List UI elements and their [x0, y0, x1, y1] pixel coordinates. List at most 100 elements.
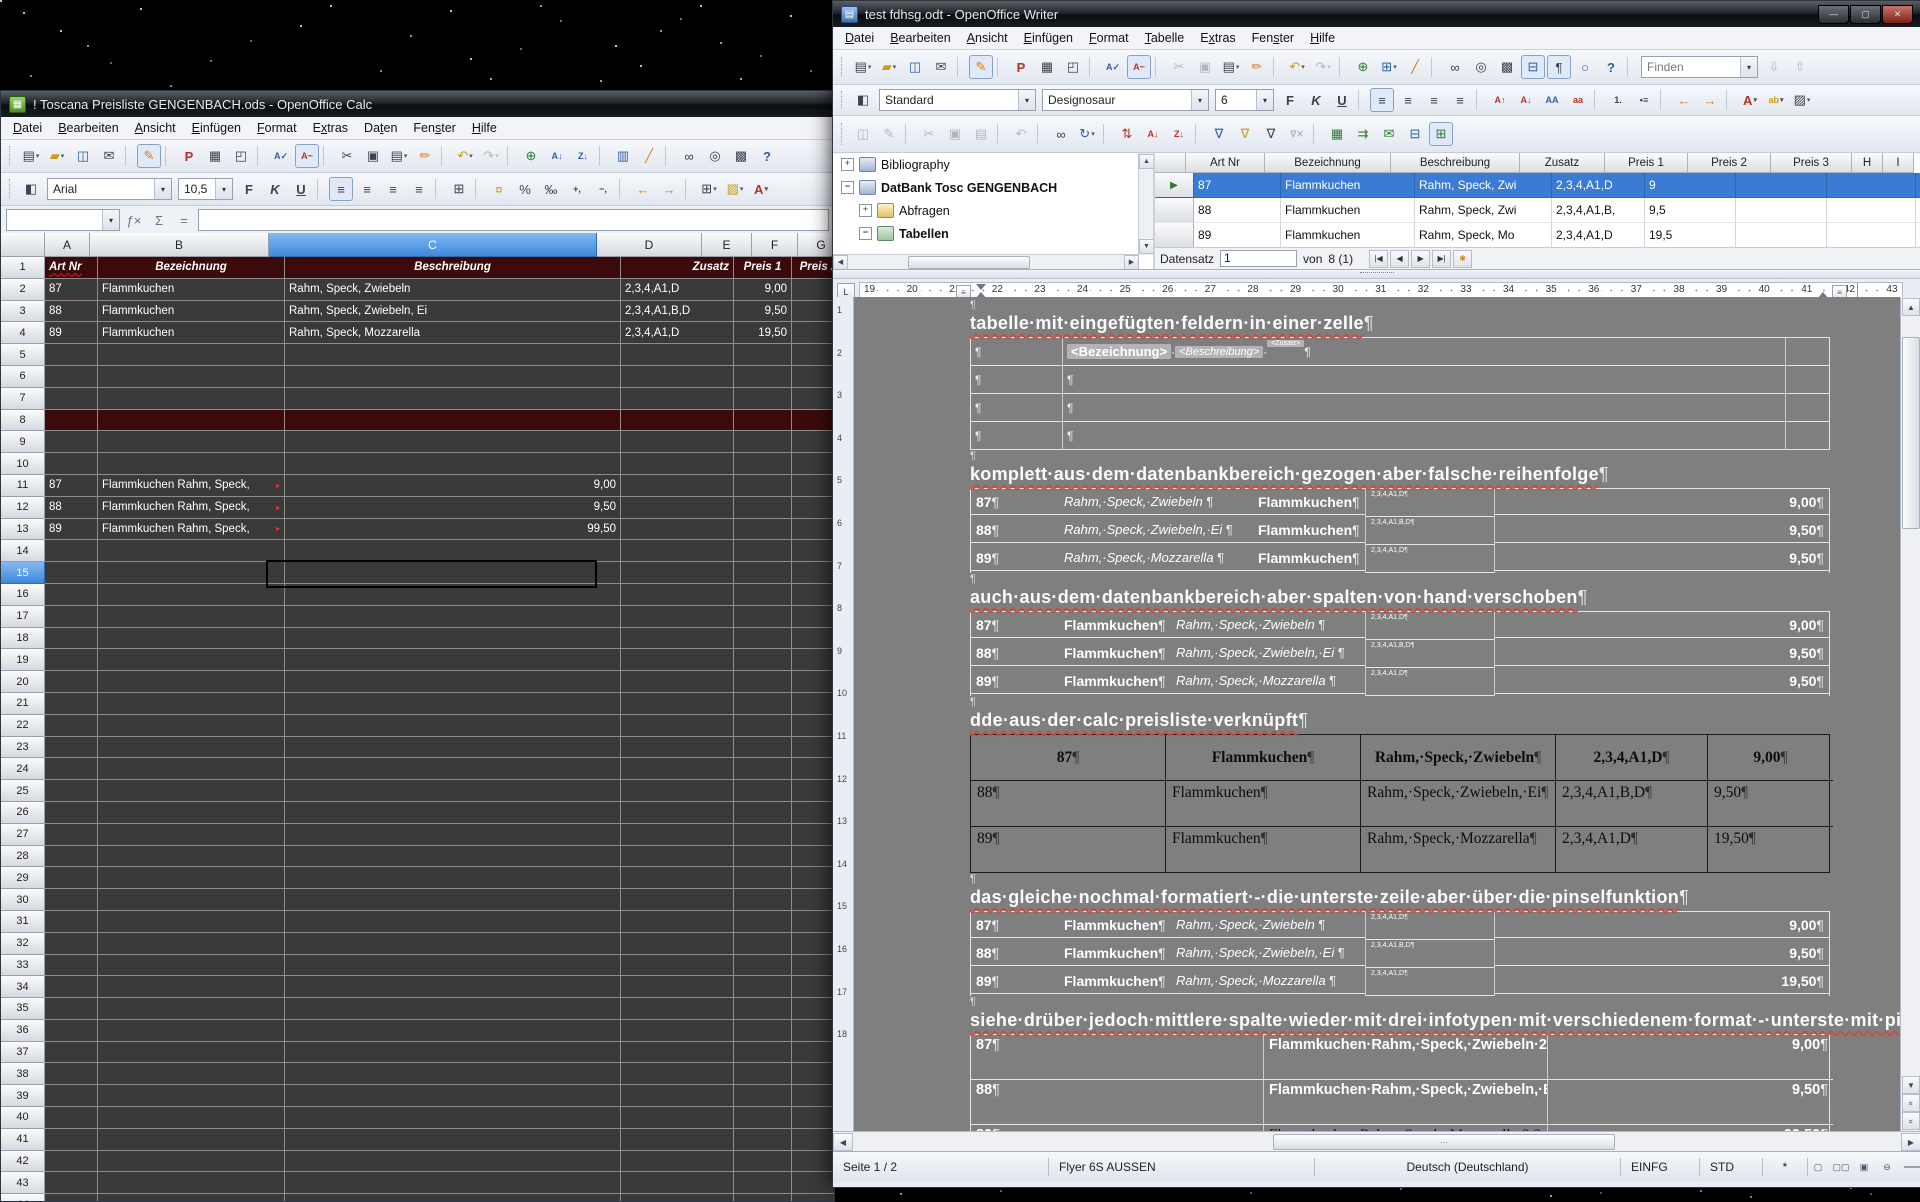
table-cell[interactable]: <Bezeichnung>·<Beschreibung>·<Zusatz>¶ [1063, 338, 1785, 366]
cell-A2[interactable]: 87 [45, 279, 98, 301]
row-header-22[interactable]: 22 [1, 715, 45, 737]
spellcheck-icon[interactable]: A✓ [269, 144, 293, 168]
table-cell[interactable]: 87¶ [971, 1035, 1263, 1080]
table-cell[interactable]: Rahm,·Speck,·Mozzarella ¶ [1171, 968, 1365, 994]
dde-linked-table[interactable]: 87¶Flammkuchen¶Rahm,·Speck,·Zwiebeln¶2,3… [970, 734, 1830, 873]
cell-E23[interactable] [734, 737, 792, 759]
menu-format[interactable]: Format [249, 119, 305, 137]
row-header-7[interactable]: 7 [1, 388, 45, 410]
grid-cell[interactable]: 2,3,4,A1,D [1552, 223, 1645, 248]
cell-F4[interactable] [792, 322, 834, 344]
table-cell[interactable]: 2,3,4,A1,D¶ [1365, 545, 1495, 573]
cell-E35[interactable] [734, 998, 792, 1020]
decrease-indent-icon[interactable]: ← [1672, 88, 1696, 112]
cell-A24[interactable] [45, 758, 98, 780]
background-color-icon[interactable]: ▨▾ [723, 177, 747, 201]
cell-F2[interactable] [792, 279, 834, 301]
show-draw-functions-icon[interactable]: ╱ [1403, 55, 1427, 79]
align-justified-icon[interactable]: ≡ [407, 177, 431, 201]
cell-A17[interactable] [45, 606, 98, 628]
add-decimal-icon[interactable]: +, [565, 177, 589, 201]
paste-icon[interactable]: ▤ [969, 122, 993, 146]
row-header-26[interactable]: 26 [1, 802, 45, 824]
cell-D38[interactable] [621, 1063, 734, 1085]
table-icon[interactable]: ⊞▾ [1377, 55, 1401, 79]
tree-item-abfragen[interactable]: +Abfragen [833, 199, 1153, 222]
email-icon[interactable]: ✉ [97, 144, 121, 168]
calc-spreadsheet-grid[interactable]: ABCDEFG1Art NrBezeichnungBeschreibungZus… [1, 233, 834, 1201]
row-selector[interactable]: ▶ [1155, 173, 1194, 198]
table-cell[interactable]: 9,50¶ [1495, 640, 1829, 666]
cell-D20[interactable] [621, 671, 734, 693]
row-header-19[interactable]: 19 [1, 649, 45, 671]
data-source-tree[interactable]: +Bibliography−DatBank Tosc GENGENBACH+Ab… [833, 153, 1155, 269]
table-cell[interactable]: ¶ [971, 394, 1063, 422]
table-cell[interactable]: Flammkuchen¶ [1059, 612, 1171, 638]
menu-einfügen[interactable]: Einfügen [1016, 29, 1081, 47]
cell-E17[interactable] [734, 606, 792, 628]
row-header-32[interactable]: 32 [1, 933, 45, 955]
grid-cell[interactable] [1736, 198, 1827, 223]
grid-cell[interactable] [1916, 223, 1920, 248]
cell-B18[interactable] [98, 628, 285, 650]
column-header-B[interactable]: B [90, 233, 269, 257]
cell-F32[interactable] [792, 933, 834, 955]
cell-E36[interactable] [734, 1020, 792, 1042]
grid-cell[interactable] [1827, 223, 1916, 248]
copy-icon[interactable]: ▣ [361, 144, 385, 168]
menu-format[interactable]: Format [1081, 29, 1137, 47]
cell-B40[interactable] [98, 1107, 285, 1129]
cell-C6[interactable] [285, 366, 621, 388]
table-cell[interactable] [1785, 422, 1829, 450]
grid-cell[interactable]: 88 [1194, 198, 1281, 223]
calc-window[interactable]: ▦ ! Toscana Preisliste GENGENBACH.ods - … [0, 90, 835, 1202]
multi-page-view-icon[interactable]: ▢▢ [1831, 1158, 1851, 1176]
align-right-icon[interactable]: ≡ [381, 177, 405, 201]
empty-paragraph[interactable]: ¶ [970, 696, 1830, 708]
cell-A38[interactable] [45, 1063, 98, 1085]
grid-cell[interactable] [1827, 173, 1916, 198]
grid-cell[interactable]: 19,5 [1645, 223, 1736, 248]
menu-tabelle[interactable]: Tabelle [1137, 29, 1193, 47]
cell-C23[interactable] [285, 737, 621, 759]
row-header-25[interactable]: 25 [1, 780, 45, 802]
cell-E2[interactable]: 9,00 [734, 279, 792, 301]
bold-icon[interactable]: F [1278, 88, 1302, 112]
status-insert-mode[interactable]: EINFG [1621, 1158, 1700, 1176]
table-cell[interactable] [1785, 394, 1829, 422]
highlighting-icon[interactable]: ab▾ [1764, 88, 1788, 112]
cell-D18[interactable] [621, 628, 734, 650]
table-cell[interactable]: Flammkuchen¶ [1059, 640, 1171, 666]
undo-icon[interactable]: ↶ [1009, 122, 1033, 146]
cell-C33[interactable] [285, 955, 621, 977]
cell-B19[interactable] [98, 649, 285, 671]
cell-F13[interactable] [792, 519, 834, 541]
cell-A28[interactable] [45, 846, 98, 868]
empty-paragraph[interactable]: ¶ [970, 996, 1830, 1008]
row-header-21[interactable]: 21 [1, 693, 45, 715]
cell-A27[interactable] [45, 824, 98, 846]
row-header-18[interactable]: 18 [1, 628, 45, 650]
cell-E6[interactable] [734, 366, 792, 388]
table-cell[interactable]: Rahm,·Speck,·Zwiebeln¶ [1361, 735, 1556, 781]
new-document-icon[interactable]: ▤▾ [19, 144, 43, 168]
cell-F18[interactable] [792, 628, 834, 650]
cell-D12[interactable] [621, 497, 734, 519]
row-selector[interactable] [1155, 198, 1194, 223]
cell-A43[interactable] [45, 1172, 98, 1194]
row-header-8[interactable]: 8 [1, 410, 45, 432]
table-cell[interactable]: Rahm,·Speck,·Mozzarella ¶ [1171, 668, 1365, 694]
table-cell[interactable]: Flammkuchen¶ [1166, 827, 1361, 872]
bullet-list-icon[interactable]: •≡ [1632, 88, 1656, 112]
table-cell[interactable]: 2,3,4,A1,B,D¶ [1365, 940, 1495, 968]
sum-button[interactable]: Σ [148, 210, 170, 230]
cell-B38[interactable] [98, 1063, 285, 1085]
print-icon[interactable]: ▦ [1035, 55, 1059, 79]
table-cell[interactable]: 9,50¶ [1548, 1080, 1833, 1125]
data-to-text-icon[interactable]: ▦ [1325, 122, 1349, 146]
cell-A29[interactable] [45, 867, 98, 889]
table-cell[interactable]: 9,50¶ [1495, 517, 1829, 543]
cell-C4[interactable]: Rahm, Speck, Mozzarella [285, 322, 621, 344]
cell-C30[interactable] [285, 889, 621, 911]
data-sources-icon[interactable]: ⊟ [1521, 55, 1545, 79]
